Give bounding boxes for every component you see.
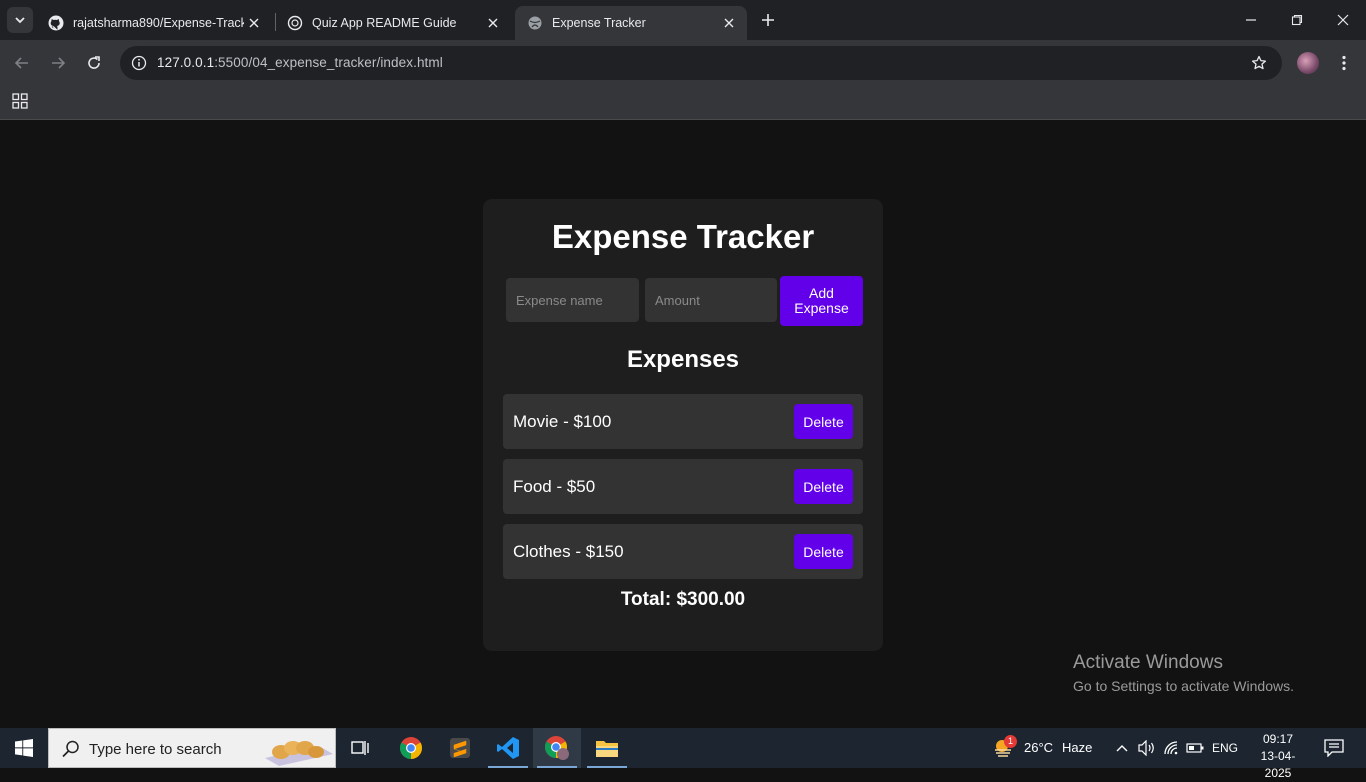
total-amount: Total: $300.00 (620, 589, 746, 610)
browser-menu-button[interactable] (1334, 52, 1354, 74)
close-icon[interactable] (719, 13, 739, 33)
reload-button[interactable] (82, 51, 106, 75)
close-icon[interactable] (483, 13, 503, 33)
arrow-left-icon (14, 57, 28, 69)
minimize-button[interactable] (1228, 0, 1274, 40)
taskbar-chrome[interactable] (387, 728, 435, 768)
browser-tab-expense-tracker[interactable]: Expense Tracker (515, 6, 747, 40)
chevron-up-icon (1116, 745, 1128, 752)
bread-illustration-icon (265, 741, 333, 766)
chrome-icon (400, 737, 422, 759)
watermark-subtitle: Go to Settings to activate Windows. (1073, 678, 1294, 694)
watermark-title: Activate Windows (1073, 652, 1223, 673)
network-button[interactable] (1162, 738, 1182, 758)
browser-tab-github[interactable]: rajatsharma890/Expense-Tracke (36, 6, 272, 40)
delete-button[interactable]: Delete (794, 534, 853, 569)
reload-icon (88, 56, 100, 69)
url-host: 127.0.0.1 (157, 55, 215, 70)
task-view-icon (351, 741, 369, 755)
plus-icon (762, 14, 774, 26)
battery-icon (1186, 743, 1204, 753)
restore-button[interactable] (1274, 0, 1320, 40)
minimize-icon (1246, 19, 1256, 21)
expense-label: Clothes - $150 (513, 542, 624, 561)
expense-item: Food - $50 Delete (503, 459, 863, 514)
profile-avatar[interactable] (1297, 52, 1319, 74)
url-path: :5500/04_expense_tracker/index.html (214, 55, 443, 70)
vscode-icon (497, 737, 519, 759)
windows-logo-icon (15, 739, 33, 757)
tab-title: Expense Tracker (552, 16, 646, 30)
windows-taskbar: Type here to search 1 26°C Haze ENG 09:1… (0, 728, 1366, 780)
sublime-text-icon (450, 738, 470, 758)
back-button[interactable] (10, 51, 34, 75)
search-placeholder: Type here to search (89, 741, 222, 758)
tab-search-button[interactable] (7, 7, 33, 33)
bookmark-star-icon[interactable] (1250, 54, 1268, 72)
restore-icon (1291, 14, 1303, 26)
expense-label: Food - $50 (513, 477, 596, 496)
taskbar-file-explorer[interactable] (583, 728, 631, 768)
url-text: 127.0.0.1:5500/04_expense_tracker/index.… (157, 55, 443, 70)
input-language[interactable]: ENG (1212, 741, 1238, 755)
expenses-heading: Expenses (626, 346, 740, 373)
chevron-down-icon (15, 17, 25, 24)
add-expense-button[interactable]: Add Expense (780, 276, 863, 326)
task-view-button[interactable] (336, 728, 384, 768)
expense-item: Movie - $100 Delete (503, 394, 863, 449)
delete-button[interactable]: Delete (794, 404, 853, 439)
close-icon (1337, 14, 1349, 26)
wifi-icon (1164, 741, 1178, 755)
more-vertical-icon (1342, 55, 1346, 71)
chatgpt-icon (287, 15, 303, 31)
page-viewport: Expense Tracker Add Expense Expenses Mov… (0, 121, 1366, 728)
close-icon[interactable] (244, 13, 264, 33)
info-icon[interactable] (129, 53, 149, 73)
bookmarks-bar (0, 86, 1366, 120)
notification-icon (1324, 739, 1344, 757)
tab-title: rajatsharma890/Expense-Tracke (73, 16, 244, 30)
expense-name-input[interactable] (506, 278, 639, 322)
new-tab-button[interactable] (757, 9, 779, 31)
weather-description[interactable]: Haze (1062, 740, 1092, 755)
taskbar-chrome-profile[interactable] (533, 728, 581, 768)
taskbar-vscode[interactable] (484, 728, 532, 768)
activate-windows-watermark: Activate Windows Go to Settings to activ… (1073, 652, 1294, 694)
expense-amount-input[interactable] (645, 278, 777, 322)
speaker-icon (1138, 740, 1154, 756)
forward-button[interactable] (46, 51, 70, 75)
chrome-profile-icon (545, 736, 569, 760)
delete-button[interactable]: Delete (794, 469, 853, 504)
browser-toolbar: 127.0.0.1:5500/04_expense_tracker/index.… (0, 40, 1366, 86)
apps-grid-icon[interactable] (11, 92, 29, 110)
expense-label: Movie - $100 (513, 412, 612, 431)
expense-tracker-card: Expense Tracker Add Expense Expenses Mov… (483, 199, 883, 651)
taskbar-clock[interactable]: 09:17 13-04-2025 (1249, 731, 1307, 782)
volume-button[interactable] (1137, 738, 1157, 758)
taskbar-sublime-text[interactable] (436, 728, 484, 768)
start-button[interactable] (0, 728, 48, 768)
clock-date: 13-04-2025 (1260, 749, 1296, 780)
show-hidden-icons-button[interactable] (1112, 738, 1132, 758)
weather-notification-badge: 1 (1004, 735, 1017, 748)
battery-button[interactable] (1185, 738, 1205, 758)
expense-item: Clothes - $150 Delete (503, 524, 863, 579)
search-icon (62, 740, 79, 758)
clock-time: 09:17 (1262, 732, 1294, 746)
address-bar[interactable]: 127.0.0.1:5500/04_expense_tracker/index.… (120, 46, 1282, 80)
tab-title: Quiz App README Guide (312, 16, 457, 30)
taskbar-search-box[interactable]: Type here to search (48, 728, 336, 768)
github-icon (48, 15, 64, 31)
arrow-right-icon (52, 57, 66, 69)
close-window-button[interactable] (1320, 0, 1366, 40)
browser-tab-quiz-readme[interactable]: Quiz App README Guide (275, 6, 511, 40)
folder-icon (596, 741, 618, 757)
action-center-button[interactable] (1323, 737, 1345, 759)
globe-icon (527, 15, 543, 31)
browser-tab-strip: rajatsharma890/Expense-Tracke Quiz App R… (0, 0, 1366, 40)
app-title: Expense Tracker (551, 218, 815, 255)
weather-temperature[interactable]: 26°C (1024, 740, 1053, 755)
